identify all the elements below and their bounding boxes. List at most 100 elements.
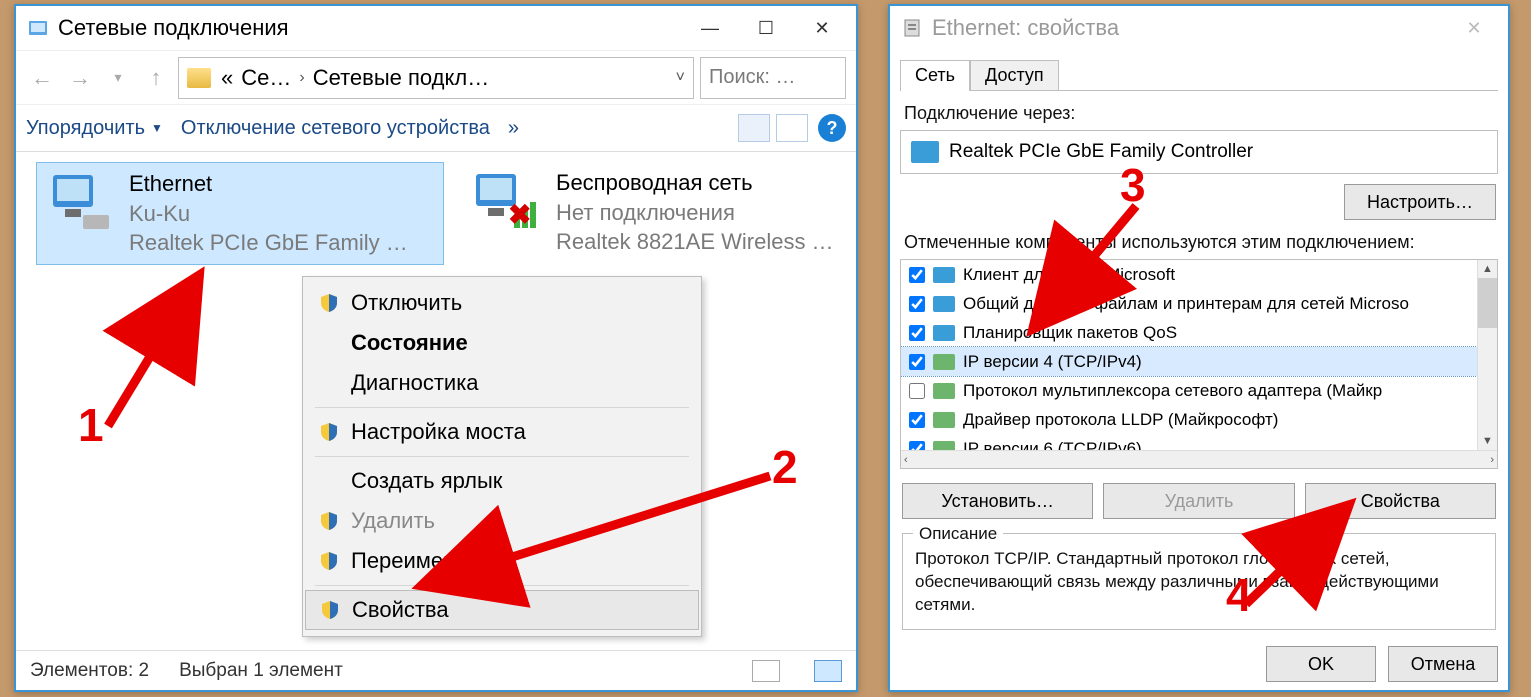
tab-access[interactable]: Доступ xyxy=(970,60,1059,91)
address-bar[interactable]: « Се… › Сетевые подкл… ˅ xyxy=(178,57,694,99)
component-row[interactable]: Планировщик пакетов QoS xyxy=(901,318,1497,347)
ctx-bridge[interactable]: Настройка моста xyxy=(305,412,699,452)
component-row[interactable]: Драйвер протокола LLDP (Майкрософт) xyxy=(901,405,1497,434)
component-label: IP версии 4 (TCP/IPv4) xyxy=(963,352,1142,372)
marker-2: 2 xyxy=(772,440,798,494)
shield-icon xyxy=(319,293,339,313)
adapter-field: Realtek PCIe GbE Family Controller xyxy=(900,130,1498,174)
more-button[interactable]: » xyxy=(508,117,519,140)
component-checkbox[interactable] xyxy=(909,383,925,399)
help-button[interactable]: ? xyxy=(818,114,846,142)
up-button[interactable]: ↑ xyxy=(140,62,172,94)
folder-icon xyxy=(187,68,211,88)
selection-count: Выбран 1 элемент xyxy=(179,660,343,682)
component-label: Протокол мультиплексора сетевого адаптер… xyxy=(963,381,1382,401)
adapter-status: Нет подключения xyxy=(556,198,834,228)
properties-icon xyxy=(902,18,922,38)
component-icon xyxy=(933,267,955,283)
forward-button[interactable]: → xyxy=(64,62,96,94)
view-details-button[interactable] xyxy=(752,660,780,682)
component-icon xyxy=(933,383,955,399)
breadcrumb-prefix: « xyxy=(221,65,233,91)
component-checkbox[interactable] xyxy=(909,325,925,341)
adapter-status: Ku-Ku xyxy=(129,199,408,229)
chevron-down-icon[interactable]: ˅ xyxy=(676,69,685,87)
cancel-button[interactable]: Отмена xyxy=(1388,646,1498,682)
titlebar[interactable]: Сетевые подключения — ☐ ✕ xyxy=(16,6,856,50)
component-label: Планировщик пакетов QoS xyxy=(963,323,1177,343)
ctx-delete: Удалить xyxy=(305,501,699,541)
ctx-properties[interactable]: Свойства xyxy=(305,590,699,630)
disable-device-button[interactable]: Отключение сетевого устройства xyxy=(181,117,490,140)
window-title: Сетевые подключения xyxy=(58,15,289,41)
component-icon xyxy=(933,412,955,428)
adapter-wireless[interactable]: ✖ Беспроводная сеть Нет подключения Real… xyxy=(464,162,872,263)
search-input[interactable]: Поиск: … xyxy=(700,57,846,99)
scroll-thumb[interactable] xyxy=(1478,278,1497,328)
titlebar[interactable]: Ethernet: свойства ✕ xyxy=(890,6,1508,50)
separator xyxy=(315,407,689,408)
toolbar: Упорядочить▼ Отключение сетевого устройс… xyxy=(16,104,856,152)
tab-network[interactable]: Сеть xyxy=(900,60,970,91)
adapter-ethernet[interactable]: Ethernet Ku-Ku Realtek PCIe GbE Family … xyxy=(36,162,444,265)
ctx-diagnose[interactable]: Диагностика xyxy=(305,363,699,403)
component-label: Клиент для сетей Microsoft xyxy=(963,265,1175,285)
separator xyxy=(315,456,689,457)
shield-icon xyxy=(319,551,339,571)
close-button[interactable]: ✕ xyxy=(794,8,850,48)
network-folder-icon xyxy=(28,18,48,38)
ethernet-properties-window: Ethernet: свойства ✕ Сеть Доступ Подключ… xyxy=(888,4,1510,692)
window-title: Ethernet: свойства xyxy=(932,15,1119,41)
separator xyxy=(315,585,689,586)
install-button[interactable]: Установить… xyxy=(902,483,1093,519)
component-checkbox[interactable] xyxy=(909,354,925,370)
content-area: Ethernet Ku-Ku Realtek PCIe GbE Family …… xyxy=(16,152,856,682)
component-icon xyxy=(933,325,955,341)
component-row[interactable]: Общий доступ к файлам и принтерам для се… xyxy=(901,289,1497,318)
ctx-rename[interactable]: Переименовать xyxy=(305,541,699,581)
ctx-disable[interactable]: Отключить xyxy=(305,283,699,323)
element-count: Элементов: 2 xyxy=(30,660,149,682)
svg-text:✖: ✖ xyxy=(508,199,531,230)
adapter-name: Беспроводная сеть xyxy=(556,168,834,198)
vertical-scrollbar[interactable]: ▲ ▼ xyxy=(1477,260,1497,450)
chevron-right-icon: › xyxy=(299,69,304,87)
component-label: Общий доступ к файлам и принтерам для се… xyxy=(963,294,1409,314)
back-button[interactable]: ← xyxy=(26,62,58,94)
minimize-button[interactable]: — xyxy=(682,8,738,48)
maximize-button[interactable]: ☐ xyxy=(738,8,794,48)
configure-button[interactable]: Настроить… xyxy=(1344,184,1496,220)
breadcrumb-seg2[interactable]: Сетевые подкл… xyxy=(313,65,490,91)
recent-button[interactable]: ▾ xyxy=(102,62,134,94)
component-row[interactable]: Протокол мультиплексора сетевого адаптер… xyxy=(901,376,1497,405)
ctx-status[interactable]: Состояние xyxy=(305,323,699,363)
adapter-device: Realtek 8821AE Wireless … xyxy=(556,227,834,257)
adapter-icon xyxy=(911,141,939,163)
ctx-shortcut[interactable]: Создать ярлык xyxy=(305,461,699,501)
marker-3: 3 xyxy=(1120,158,1146,212)
network-connections-window: Сетевые подключения — ☐ ✕ ← → ▾ ↑ « Се… … xyxy=(14,4,858,692)
marker-4: 4 xyxy=(1226,568,1252,622)
component-checkbox[interactable] xyxy=(909,267,925,283)
shield-icon xyxy=(320,600,340,620)
components-list[interactable]: Клиент для сетей Microsoft Общий доступ к… xyxy=(900,259,1498,469)
component-checkbox[interactable] xyxy=(909,296,925,312)
wireless-adapter-icon: ✖ xyxy=(474,168,542,236)
horizontal-scrollbar[interactable]: ‹› xyxy=(901,450,1497,468)
component-row[interactable]: Клиент для сетей Microsoft xyxy=(901,260,1497,289)
ok-button[interactable]: OK xyxy=(1266,646,1376,682)
chevron-down-icon: ▼ xyxy=(151,121,163,135)
scroll-up-icon[interactable]: ▲ xyxy=(1478,260,1497,278)
view-tiles-button[interactable] xyxy=(814,660,842,682)
search-placeholder: Поиск: … xyxy=(709,66,796,89)
organize-button[interactable]: Упорядочить▼ xyxy=(26,117,163,140)
component-checkbox[interactable] xyxy=(909,412,925,428)
breadcrumb-seg1[interactable]: Се… xyxy=(241,65,291,91)
close-button[interactable]: ✕ xyxy=(1446,8,1502,48)
properties-button[interactable]: Свойства xyxy=(1305,483,1496,519)
adapter-device: Realtek PCIe GbE Family … xyxy=(129,228,408,258)
scroll-down-icon[interactable]: ▼ xyxy=(1478,432,1497,450)
view-mode-button[interactable] xyxy=(738,114,770,142)
preview-pane-button[interactable] xyxy=(776,114,808,142)
component-row[interactable]: IP версии 4 (TCP/IPv4) xyxy=(901,347,1497,376)
